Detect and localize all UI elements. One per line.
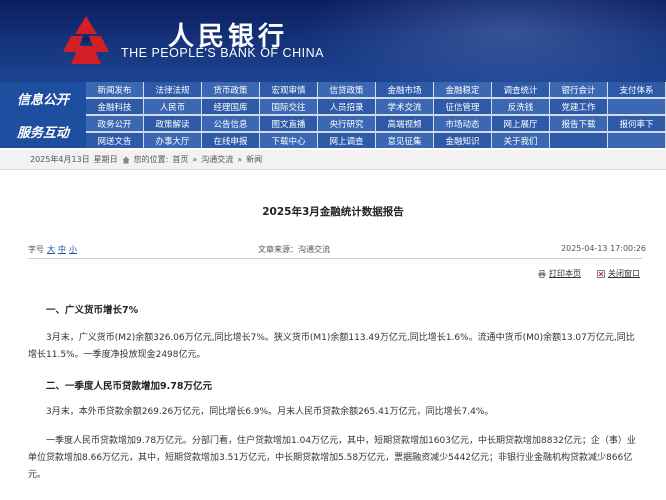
nav-item[interactable]: 新闻发布 [86,82,143,97]
article-tools: 打印本页 关闭窗口 [538,268,640,279]
print-page-label: 打印本页 [549,269,581,278]
nav-item[interactable]: 政策解读 [144,116,201,131]
home-icon [122,156,130,163]
nav-item[interactable]: 金融科技 [86,99,143,114]
nav-item[interactable]: 报告下载 [550,116,607,131]
site-name-en: THE PEOPLE'S BANK OF CHINA [121,46,324,60]
print-page-link[interactable]: 打印本页 [538,268,581,279]
breadcrumb-separator: » [237,155,243,164]
nav-item[interactable]: 学术交流 [376,99,433,114]
nav-item[interactable]: 意见征集 [376,133,433,148]
font-size-medium-link[interactable]: 中 [58,245,66,254]
article-meta: 字号大中小 文章来源：沟通交流 2025-04-13 17:00:26 [28,244,648,256]
close-icon [597,269,605,278]
nav-item[interactable]: 金融知识 [434,133,491,148]
nav-item[interactable]: 政务公开 [86,116,143,131]
nav-item[interactable]: 支付体系 [608,82,665,97]
nav-item[interactable] [608,133,665,148]
article-time: 2025-04-13 17:00:26 [561,244,646,253]
nav-item[interactable]: 货币政策 [202,82,259,97]
current-date: 2025年4月13日 [30,155,90,164]
nav-item[interactable]: 市场动态 [434,116,491,131]
nav-row: 网送文告 办事大厅 在线申报 下载中心 网上调查 意见征集 金融知识 关于我们 [86,133,666,149]
nav-item[interactable]: 报何率下 [608,116,665,131]
nav-item[interactable]: 公告信息 [202,116,259,131]
font-size-large-link[interactable]: 大 [47,245,55,254]
current-weekday: 星期日 [93,155,118,164]
nav-item[interactable]: 网送文告 [86,133,143,148]
printer-icon [538,269,546,278]
nav-item[interactable]: 金融稳定 [434,82,491,97]
nav-item[interactable]: 网上调查 [318,133,375,148]
article-paragraph: 3月末，广义货币(M2)余额326.06万亿元,同比增长7%。狭义货币(M1)余… [28,333,635,360]
nav-item[interactable]: 办事大厅 [144,133,201,148]
font-size-label: 字号 [28,245,44,254]
divider [28,258,642,259]
breadcrumb: 2025年4月13日 星期日 您的位置: 首页 » 沟通交流 » 新闻 [0,150,666,170]
nav-label-info: 信息公开 [0,82,86,115]
breadcrumb-home-link[interactable]: 首页 [172,154,188,165]
nav-item[interactable]: 下载中心 [260,133,317,148]
article-paragraph: 3月末，本外币贷款余额269.26万亿元，同比增长6.9%。月末人民币贷款余额2… [46,407,494,417]
nav-item[interactable]: 金融市场 [376,82,433,97]
nav-item[interactable]: 信贷政策 [318,82,375,97]
nav-label-service: 服务互动 [0,115,86,148]
section-heading: 一、广义货币增长7% [46,305,139,316]
nav-item[interactable]: 人员招录 [318,99,375,114]
breadcrumb-separator: » [192,155,198,164]
nav-item[interactable]: 宏观审慎 [260,82,317,97]
nav-item[interactable]: 在线申报 [202,133,259,148]
location-label: 您的位置: [133,155,169,164]
nav-item[interactable]: 调查统计 [492,82,549,97]
nav-item[interactable]: 银行会计 [550,82,607,97]
article-source: 文章来源：沟通交流 [258,245,330,254]
nav-row: 金融科技 人民币 经理国库 国际交往 人员招录 学术交流 征信管理 反洗钱 党建… [86,99,666,115]
article-title: 2025年3月金融统计数据报告 [262,206,404,218]
pboc-logo-icon[interactable] [57,12,115,68]
close-window-label: 关闭窗口 [608,269,640,278]
close-window-link[interactable]: 关闭窗口 [597,268,640,279]
nav-row: 政务公开 政策解读 公告信息 图文直播 央行研究 高端视频 市场动态 网上展厅 … [86,116,666,132]
breadcrumb-level2-link[interactable]: 新闻 [246,154,262,165]
nav-item[interactable]: 人民币 [144,99,201,114]
banner-glow [300,0,666,82]
section-heading: 二、一季度人民币贷款增加9.78万亿元 [46,381,212,392]
font-size-switcher: 字号大中小 [28,244,77,255]
nav-item[interactable]: 国际交往 [260,99,317,114]
nav-item[interactable]: 央行研究 [318,116,375,131]
main-navigation: 信息公开 服务互动 新闻发布 法律法规 货币政策 宏观审慎 信贷政策 金融市场 … [0,82,666,148]
nav-item[interactable]: 关于我们 [492,133,549,148]
nav-item[interactable]: 法律法规 [144,82,201,97]
nav-item[interactable]: 党建工作 [550,99,607,114]
nav-item[interactable]: 经理国库 [202,99,259,114]
nav-row: 新闻发布 法律法规 货币政策 宏观审慎 信贷政策 金融市场 金融稳定 调查统计 … [86,82,666,98]
nav-item[interactable]: 高端视频 [376,116,433,131]
nav-item[interactable]: 反洗钱 [492,99,549,114]
nav-item[interactable] [608,99,665,114]
font-size-small-link[interactable]: 小 [69,245,77,254]
nav-item[interactable]: 图文直播 [260,116,317,131]
nav-item[interactable]: 网上展厅 [492,116,549,131]
breadcrumb-level1-link[interactable]: 沟通交流 [201,154,233,165]
nav-item[interactable] [550,133,607,148]
article-paragraph: 一季度人民币贷款增加9.78万亿元。分部门看，住户贷款增加1.04万亿元，其中，… [28,436,636,480]
site-banner: 人民银行 THE PEOPLE'S BANK OF CHINA [0,0,666,82]
nav-item[interactable]: 征信管理 [434,99,491,114]
